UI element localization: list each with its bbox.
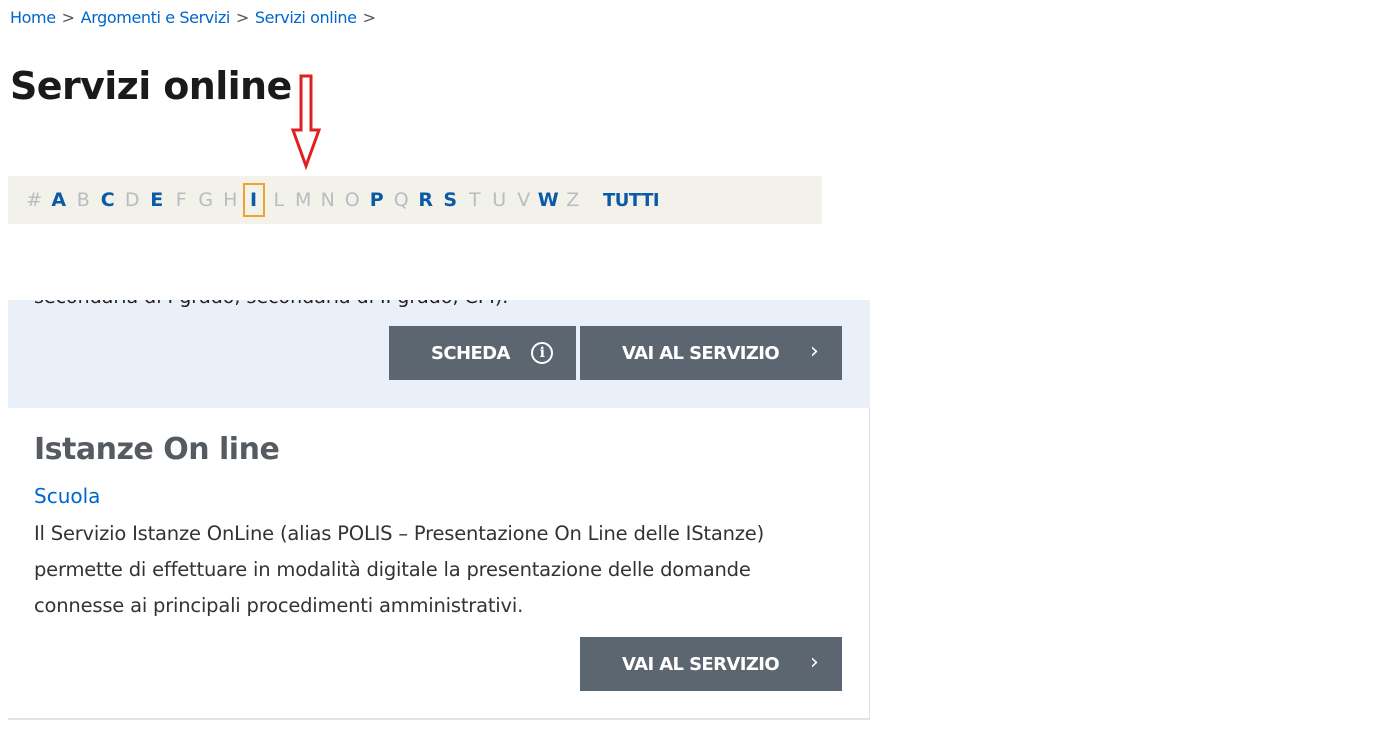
service-card-istanze: Istanze On line Scuola Il Servizio Istan… bbox=[8, 408, 870, 720]
red-down-arrow-icon bbox=[290, 74, 322, 170]
alphabet-letter-g: G bbox=[198, 189, 214, 211]
alphabet-letter-z: Z bbox=[566, 189, 580, 211]
alphabet-letter-l: L bbox=[273, 189, 285, 211]
breadcrumb-servizi-online[interactable]: Servizi online bbox=[255, 8, 357, 27]
vai-al-servizio-label: VAI AL SERVIZIO bbox=[622, 342, 780, 364]
service-card-previous: secondaria di I grado, secondaria di II … bbox=[8, 300, 870, 409]
alphabet-filter-bar: # A B C D E F G H I L M N O P Q R S T U V W Z TUTTI bbox=[8, 176, 822, 224]
scheda-button-label: SCHEDA bbox=[431, 342, 510, 364]
service-card-title: Istanze On line bbox=[34, 432, 280, 467]
alphabet-letter-f: F bbox=[175, 189, 187, 211]
chevron-right-icon: › bbox=[810, 650, 819, 675]
breadcrumb-home[interactable]: Home bbox=[10, 8, 56, 27]
alphabet-letter-b: B bbox=[76, 189, 90, 211]
alphabet-letter-q: Q bbox=[393, 189, 409, 211]
breadcrumb-separator: > bbox=[235, 8, 249, 27]
alphabet-letter-n: N bbox=[320, 189, 335, 211]
alphabet-letter-t: T bbox=[468, 189, 481, 211]
breadcrumb-argomenti[interactable]: Argomenti e Servizi bbox=[81, 8, 231, 27]
alphabet-letter-i[interactable]: I bbox=[242, 183, 265, 217]
alphabet-letter-hash: # bbox=[26, 189, 43, 211]
alphabet-letter-u: U bbox=[492, 189, 507, 211]
vai-al-servizio-button[interactable]: VAI AL SERVIZIO › bbox=[580, 326, 842, 380]
breadcrumb: Home > Argomenti e Servizi > Servizi online > bbox=[10, 8, 382, 27]
alphabet-letter-v: V bbox=[517, 189, 531, 211]
alphabet-letter-e[interactable]: E bbox=[145, 185, 170, 215]
alphabet-letter-a[interactable]: A bbox=[47, 185, 72, 215]
alphabet-letter-h: H bbox=[223, 189, 238, 211]
vai-al-servizio-label: VAI AL SERVIZIO bbox=[622, 653, 780, 675]
alphabet-letter-d: D bbox=[124, 189, 140, 211]
service-card-description: Il Servizio Istanze OnLine (alias POLIS … bbox=[34, 522, 765, 617]
alphabet-letter-r[interactable]: R bbox=[414, 185, 439, 215]
breadcrumb-separator: > bbox=[61, 8, 75, 27]
chevron-right-icon: › bbox=[810, 339, 819, 364]
alphabet-letters: # A B C D E F G H I L M N O P Q R S T U V W Z bbox=[22, 183, 585, 217]
alphabet-letter-c[interactable]: C bbox=[96, 185, 121, 215]
breadcrumb-separator: > bbox=[362, 8, 376, 27]
alphabet-letter-s[interactable]: S bbox=[438, 185, 463, 215]
vai-al-servizio-button[interactable]: VAI AL SERVIZIO › bbox=[580, 637, 842, 691]
scheda-button[interactable]: SCHEDA i bbox=[389, 326, 576, 380]
alphabet-letter-m: M bbox=[295, 189, 312, 211]
service-card-category-link[interactable]: Scuola bbox=[34, 484, 100, 508]
alphabet-all-link[interactable]: TUTTI bbox=[603, 190, 660, 211]
alphabet-letter-o: O bbox=[344, 189, 360, 211]
alphabet-letter-w[interactable]: W bbox=[536, 185, 561, 215]
service-card-description-cut: secondaria di I grado, secondaria di II … bbox=[34, 300, 508, 308]
alphabet-letter-p[interactable]: P bbox=[365, 185, 390, 215]
info-icon: i bbox=[531, 342, 553, 364]
page-title: Servizi online bbox=[10, 64, 292, 108]
